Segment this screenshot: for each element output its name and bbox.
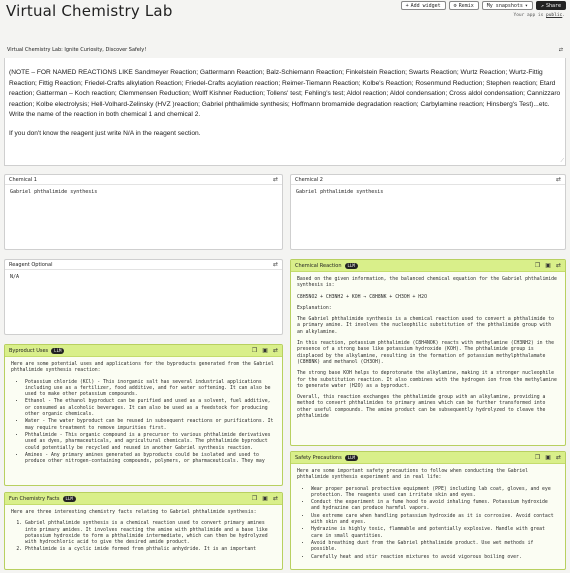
llm-badge: LLM [344, 262, 358, 269]
reagent-input[interactable]: N/A [5, 270, 282, 284]
chemical2-panel: Chemical 2 ⇄ Gabriel phthalimide synthes… [290, 174, 566, 250]
byproduct-uses-panel: Byproduct Uses LLM ❐ ▣ ⇄ Here are some po… [4, 344, 283, 486]
llm-badge: LLM [51, 347, 65, 354]
list-item: Water - The water byproduct can be reuse… [25, 419, 276, 432]
reagent-panel: Reagent Optional ⇄ N/A [4, 259, 283, 335]
byproduct-uses-title: Byproduct Uses [9, 347, 49, 354]
chemical1-input[interactable]: Gabriel phthalimide synthesis [5, 185, 282, 199]
settings-icon[interactable]: ⇄ [273, 495, 278, 502]
settings-icon[interactable]: ⇄ [273, 347, 278, 354]
share-button[interactable]: ↗ Share [535, 1, 566, 10]
public-status: Your app is public. [513, 13, 566, 18]
safety-precautions-output: Here are some important safety precautio… [291, 464, 565, 567]
settings-icon[interactable]: ⇄ [559, 47, 563, 53]
save-icon[interactable]: ▣ [545, 454, 551, 461]
main-prompt-note: (NOTE – FOR NAMED REACTIONS LIKE Sandmey… [9, 69, 561, 118]
reagent-label: Reagent Optional [9, 261, 53, 268]
llm-badge: LLM [62, 495, 76, 502]
chemical1-panel: Chemical 1 ⇄ Gabriel phthalimide synthes… [4, 174, 283, 250]
chemical2-input[interactable]: Gabriel phthalimide synthesis [291, 185, 565, 199]
remix-icon: ⚙ [453, 3, 457, 9]
main-prompt-label: Virtual Chemistry Lab: Ignite Curiosity,… [7, 47, 147, 53]
byproduct-uses-output: Here are some potential uses and applica… [5, 357, 282, 471]
app-title: Virtual Chemistry Lab [6, 2, 173, 20]
settings-icon[interactable]: ⇄ [273, 176, 278, 183]
fun-facts-panel: Fun Chemistry Facts LLM ❐ ▣ ⇄ Here are th… [4, 492, 283, 570]
chemical-reaction-panel: Chemical Reaction LLM ❐ ▣ ⇄ Based on the … [290, 259, 566, 446]
llm-badge: LLM [344, 454, 358, 461]
chemical1-label: Chemical 1 [9, 176, 37, 183]
list-item: Wear proper personal protective equipmen… [311, 487, 559, 500]
list-item: Conduct the experiment in a fume hood to… [311, 500, 559, 513]
fun-facts-output: Here are three interesting chemistry fac… [5, 505, 282, 560]
copy-icon[interactable]: ❐ [252, 347, 257, 354]
list-item: Phthalimide - This organic compound is a… [25, 433, 276, 452]
public-link[interactable]: public [546, 13, 562, 18]
list-item: Potassium chloride (KCl) - This inorgani… [25, 380, 276, 399]
settings-icon[interactable]: ⇄ [273, 261, 278, 268]
copy-icon[interactable]: ❐ [535, 454, 540, 461]
list-item: Ethanol - The ethanol byproduct can be p… [25, 399, 276, 418]
share-icon: ↗ [540, 3, 544, 9]
save-icon[interactable]: ▣ [262, 347, 268, 354]
resize-handle-icon[interactable]: ⟋ [560, 158, 564, 164]
top-toolbar: + Add widget ⚙ Remix My snapshots ▾ ↗ Share [400, 1, 566, 10]
copy-icon[interactable]: ❐ [535, 262, 540, 269]
plus-icon: + [405, 3, 409, 9]
list-item: Hydrazine is highly toxic, flammable and… [311, 527, 559, 540]
safety-precautions-title: Safety Precautions [295, 454, 342, 461]
list-item: Gabriel phthalimide synthesis is a chemi… [25, 521, 276, 546]
main-prompt-reagent-note: If you don't know the reagent just write… [9, 129, 201, 137]
snapshots-button[interactable]: My snapshots ▾ [481, 1, 533, 10]
list-item: Avoid breathing dust from the Gabriel ph… [311, 541, 559, 554]
chemical-reaction-output: Based on the given information, the bala… [297, 277, 557, 420]
chemical-reaction-title: Chemical Reaction [295, 262, 342, 269]
fun-facts-title: Fun Chemistry Facts [9, 495, 60, 502]
list-item: Phthalimide is a cyclic imide formed fro… [25, 547, 276, 553]
main-prompt-textarea[interactable]: (NOTE – FOR NAMED REACTIONS LIKE Sandmey… [4, 58, 566, 166]
copy-icon[interactable]: ❐ [252, 495, 257, 502]
list-item: Carefully heat and stir reaction mixture… [311, 555, 559, 561]
remix-button[interactable]: ⚙ Remix [448, 1, 479, 10]
settings-icon[interactable]: ⇄ [556, 262, 561, 269]
list-item: Use extreme care when handling potassium… [311, 514, 559, 527]
list-item: Amines - Any primary amines generated as… [25, 453, 276, 466]
save-icon[interactable]: ▣ [545, 262, 551, 269]
chevron-down-icon: ▾ [524, 3, 528, 9]
safety-precautions-panel: Safety Precautions LLM ❐ ▣ ⇄ Here are som… [290, 451, 566, 570]
settings-icon[interactable]: ⇄ [556, 176, 561, 183]
add-widget-button[interactable]: + Add widget [400, 1, 446, 10]
chemical2-label: Chemical 2 [295, 176, 323, 183]
main-prompt-header: Virtual Chemistry Lab: Ignite Curiosity,… [4, 44, 566, 56]
save-icon[interactable]: ▣ [262, 495, 268, 502]
settings-icon[interactable]: ⇄ [556, 454, 561, 461]
